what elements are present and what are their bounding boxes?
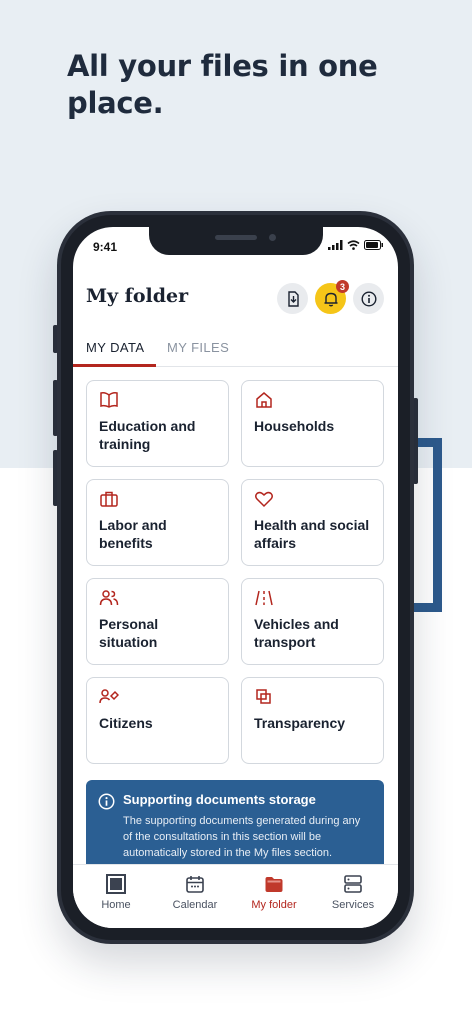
phone-frame: 9:41 My folder 3 MY DATA MY FILES Educat…	[57, 211, 414, 944]
battery-icon	[364, 240, 383, 250]
people-icon	[99, 590, 119, 606]
category-grid: Education and training Households Labor …	[86, 380, 384, 764]
speaker	[215, 235, 257, 240]
category-card-health[interactable]: Health and social affairs	[241, 479, 384, 566]
tab-my-data[interactable]: MY DATA	[86, 340, 144, 355]
header: My folder 3	[73, 269, 398, 319]
road-icon	[255, 590, 273, 606]
download-icon	[287, 290, 299, 307]
info-text: The supporting documents generated durin…	[123, 815, 361, 859]
info-title: Supporting documents storage	[123, 792, 316, 807]
status-time: 9:41	[93, 240, 118, 254]
category-card-personal[interactable]: Personal situation	[86, 578, 229, 665]
phone-screen: 9:41 My folder 3 MY DATA MY FILES Educat…	[73, 227, 398, 928]
category-label: Education and training	[99, 418, 196, 452]
notifications-button[interactable]: 3	[315, 280, 349, 314]
category-label: Personal situation	[99, 616, 159, 650]
category-label: Labor and benefits	[99, 517, 167, 551]
tab-bar: MY DATA MY FILES	[73, 328, 398, 367]
info-button[interactable]	[353, 283, 384, 314]
nav-my-folder[interactable]: My folder	[234, 873, 314, 911]
tab-my-files[interactable]: MY FILES	[167, 340, 229, 355]
folder-icon	[265, 877, 283, 892]
status-icons	[328, 240, 384, 250]
bell-icon	[324, 292, 337, 306]
category-label: Health and social affairs	[254, 517, 370, 551]
house-icon	[256, 392, 272, 408]
briefcase-icon	[100, 491, 118, 507]
citizen-tag-icon	[99, 689, 119, 704]
wifi-icon	[347, 240, 360, 250]
camera	[269, 234, 276, 241]
nav-home[interactable]: Home	[76, 873, 156, 911]
category-label: Citizens	[99, 715, 153, 731]
info-icon	[360, 290, 377, 307]
download-button[interactable]	[277, 283, 308, 314]
info-circle-icon	[98, 793, 115, 810]
nav-label: Services	[331, 899, 375, 911]
book-icon	[100, 392, 118, 408]
services-icon	[344, 875, 362, 893]
category-label: Transparency	[254, 715, 346, 731]
home-icon	[106, 874, 126, 894]
heart-icon	[255, 491, 273, 508]
page-title: My folder	[86, 285, 189, 307]
transparency-icon	[256, 689, 271, 704]
category-label: Households	[254, 418, 335, 434]
nav-services[interactable]: Services	[313, 873, 393, 911]
nav-label: Calendar	[172, 899, 218, 911]
calendar-icon	[186, 876, 204, 893]
active-tab-indicator	[73, 364, 156, 367]
headline: All your files in one place.	[67, 49, 378, 120]
bottom-nav: Home Calendar My folder Services	[73, 864, 398, 928]
notification-badge: 3	[336, 280, 349, 293]
category-card-citizens[interactable]: Citizens	[86, 677, 229, 764]
nav-label: My folder	[251, 899, 297, 911]
category-card-households[interactable]: Households	[241, 380, 384, 467]
category-label: Vehicles and transport	[254, 616, 339, 650]
category-card-vehicles[interactable]: Vehicles and transport	[241, 578, 384, 665]
category-card-transparency[interactable]: Transparency	[241, 677, 384, 764]
notch	[149, 227, 323, 255]
category-card-education[interactable]: Education and training	[86, 380, 229, 467]
nav-label: Home	[101, 899, 131, 911]
nav-calendar[interactable]: Calendar	[155, 873, 235, 911]
signal-icon	[328, 240, 343, 250]
category-card-labor[interactable]: Labor and benefits	[86, 479, 229, 566]
